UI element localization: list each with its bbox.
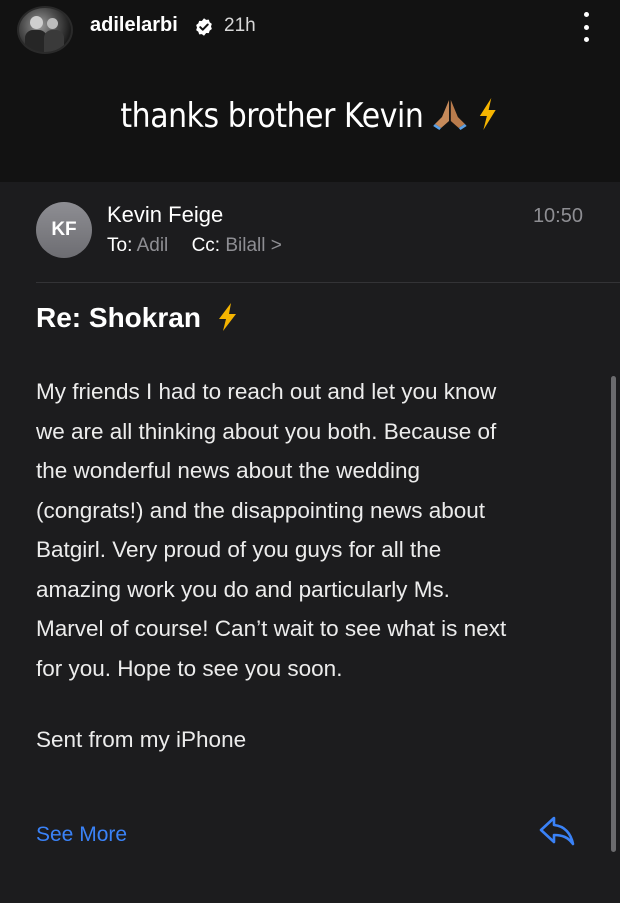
email-body: My friends I had to reach out and let yo… [36, 379, 507, 681]
subject-text: Re: Shokran [36, 302, 201, 333]
story-caption: thanks brother Kevin [37, 96, 583, 136]
instagram-story: adilelarbi 21h thanks brother Kevin KF K… [0, 0, 620, 903]
see-more-link[interactable]: See More [36, 823, 127, 847]
more-vertical-icon[interactable] [582, 12, 590, 42]
lightning-bolt-icon [218, 303, 236, 331]
scrollbar[interactable] [611, 376, 616, 852]
sender-avatar[interactable]: KF [36, 202, 92, 258]
recipients-line[interactable]: To: Adil Cc: Bilall > [107, 235, 282, 257]
reply-arrow-icon[interactable] [538, 814, 576, 848]
caption-text: thanks brother Kevin [120, 96, 424, 136]
to-label: To: [107, 235, 133, 256]
folded-hands-icon [433, 100, 467, 130]
verified-badge-icon [196, 18, 212, 36]
story-header: adilelarbi 21h [0, 0, 620, 60]
divider [36, 282, 620, 283]
email-time: 10:50 [532, 205, 583, 227]
sender-name[interactable]: Kevin Feige [107, 202, 223, 228]
email-signature: Sent from my iPhone [36, 727, 247, 752]
cc-value: Bilall > [225, 235, 282, 256]
username[interactable]: adilelarbi [90, 14, 178, 37]
lightning-bolt-icon [480, 98, 497, 130]
post-time: 21h [224, 15, 256, 36]
email-card: KF Kevin Feige To: Adil Cc: Bilall > 10:… [0, 182, 620, 903]
to-value: Adil [136, 235, 169, 256]
profile-avatar[interactable] [17, 6, 73, 54]
email-subject: Re: Shokran [36, 302, 241, 334]
cc-label: Cc: [191, 235, 221, 256]
